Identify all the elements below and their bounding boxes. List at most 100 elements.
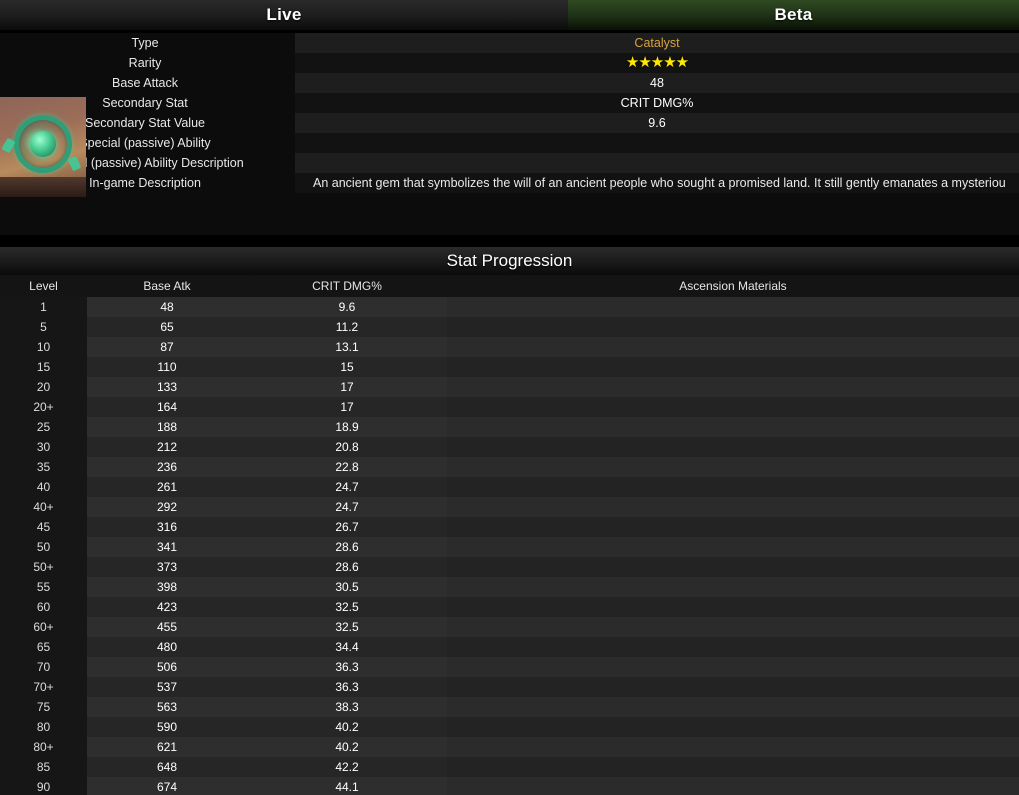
weapon-info-value: CRIT DMG% (620, 96, 694, 110)
cell-base-atk: 164 (156, 400, 178, 414)
cell-materials-slot (447, 597, 1019, 617)
jade-shard-icon (1, 137, 16, 154)
cell-materials-slot (447, 437, 1019, 457)
cell-stat-band: 188 18.9 (87, 417, 447, 437)
cell-materials-slot (447, 757, 1019, 777)
cell-base-atk: 87 (160, 340, 174, 354)
weapon-info-value: Catalyst (634, 36, 680, 50)
cell-materials-slot (447, 697, 1019, 717)
stat-progression-title-label: Stat Progression (446, 251, 573, 270)
weapon-info-row: Base Attack 48 (0, 73, 1019, 93)
cell-materials-slot (447, 617, 1019, 637)
cell-level: 55 (0, 577, 87, 597)
tab-beta[interactable]: Beta (568, 0, 1019, 30)
cell-base-atk: 212 (156, 440, 178, 454)
table-row: 15 110 15 (0, 357, 1019, 377)
column-header-level: Level (29, 279, 58, 293)
table-row: 50+ 373 28.6 (0, 557, 1019, 577)
cell-level: 80 (0, 717, 87, 737)
tab-live[interactable]: Live (0, 0, 568, 30)
cell-crit-dmg: 40.2 (335, 720, 359, 734)
cell-level: 40+ (0, 497, 87, 517)
jade-shard-icon (67, 155, 82, 172)
weapon-info-label: Base Attack (0, 73, 295, 93)
cell-base-atk: 188 (156, 420, 178, 434)
weapon-info-value: 9.6 (648, 116, 666, 130)
cell-crit-dmg: 11.2 (335, 320, 359, 334)
cell-crit-dmg: 32.5 (335, 600, 359, 614)
cell-stat-band: 648 42.2 (87, 757, 447, 777)
cell-base-atk: 590 (156, 720, 178, 734)
cell-stat-band: 212 20.8 (87, 437, 447, 457)
cell-crit-dmg: 24.7 (335, 500, 359, 514)
cell-materials-slot (447, 377, 1019, 397)
cell-stat-band: 537 36.3 (87, 677, 447, 697)
tab-beta-label: Beta (774, 5, 813, 24)
cell-crit-dmg: 36.3 (335, 660, 359, 674)
cell-crit-dmg: 38.3 (335, 700, 359, 714)
rarity-stars-icon: ★★★★★ (625, 54, 689, 71)
cell-base-atk: 65 (160, 320, 174, 334)
weapon-info-label: Type (0, 33, 295, 53)
cell-crit-dmg: 28.6 (335, 560, 359, 574)
weapon-info-row: Special (passive) Ability Description (0, 153, 1019, 173)
cell-stat-band: 48 9.6 (87, 297, 447, 317)
cell-materials-slot (447, 677, 1019, 697)
weapon-description-text: An ancient gem that symbolizes the will … (313, 176, 1006, 190)
cell-materials-slot (447, 517, 1019, 537)
cell-base-atk: 398 (156, 580, 178, 594)
cell-materials-slot (447, 557, 1019, 577)
cell-base-atk: 506 (156, 660, 178, 674)
tab-live-label: Live (266, 5, 302, 24)
cell-level: 45 (0, 517, 87, 537)
table-body: ▬x5⚗x5◉x3●x10000▬x5⚗x18◉x12●x20000▬x9✦x9… (0, 297, 1019, 795)
cell-materials-slot (447, 657, 1019, 677)
stat-progression-title: Stat Progression (0, 247, 1019, 275)
table-row: 65 480 34.4 (0, 637, 1019, 657)
cell-base-atk: 674 (156, 780, 178, 794)
cell-crit-dmg: 18.9 (335, 420, 359, 434)
cell-materials-slot (447, 737, 1019, 757)
cell-stat-band: 87 13.1 (87, 337, 447, 357)
table-row: 60 423 32.5 (0, 597, 1019, 617)
cell-stat-band: 236 22.8 (87, 457, 447, 477)
cell-stat-band: 65 11.2 (87, 317, 447, 337)
weapon-info-panel: Type Catalyst Rarity ★★★★★ Base Attack 48 Seco… (0, 33, 1019, 235)
cell-base-atk: 563 (156, 700, 178, 714)
version-toggle-bar: Live Beta (0, 0, 1019, 30)
cell-level: 5 (0, 317, 87, 337)
cell-stat-band: 674 44.1 (87, 777, 447, 795)
cell-crit-dmg: 28.6 (335, 540, 359, 554)
cell-level: 50 (0, 537, 87, 557)
table-row: 40+ 292 24.7 (0, 497, 1019, 517)
cell-base-atk: 316 (156, 520, 178, 534)
cell-materials-slot (447, 357, 1019, 377)
cell-base-atk: 48 (160, 300, 174, 314)
column-header-ascension-materials: Ascension Materials (679, 279, 787, 293)
cell-base-atk: 423 (156, 600, 178, 614)
cell-level: 70 (0, 657, 87, 677)
cell-stat-band: 261 24.7 (87, 477, 447, 497)
cell-materials-slot (447, 297, 1019, 317)
cell-level: 75 (0, 697, 87, 717)
table-row: 70 506 36.3 (0, 657, 1019, 677)
column-header-crit-dmg: CRIT DMG% (312, 279, 382, 293)
cell-base-atk: 621 (156, 740, 178, 754)
cell-base-atk: 133 (156, 380, 178, 394)
cell-stat-band: 316 26.7 (87, 517, 447, 537)
weapon-info-row: Special (passive) Ability (0, 133, 1019, 153)
cell-crit-dmg: 17 (340, 380, 354, 394)
cell-crit-dmg: 13.1 (335, 340, 359, 354)
table-row: 20+ 164 17 (0, 397, 1019, 417)
cell-crit-dmg: 9.6 (338, 300, 356, 314)
cell-level: 70+ (0, 677, 87, 697)
cell-materials-slot (447, 497, 1019, 517)
cell-crit-dmg: 17 (340, 400, 354, 414)
cell-level: 20+ (0, 397, 87, 417)
cell-stat-band: 373 28.6 (87, 557, 447, 577)
cell-stat-band: 455 32.5 (87, 617, 447, 637)
jade-gem-icon (30, 131, 56, 157)
cell-materials-slot (447, 777, 1019, 795)
cell-crit-dmg: 40.2 (335, 740, 359, 754)
cell-stat-band: 621 40.2 (87, 737, 447, 757)
